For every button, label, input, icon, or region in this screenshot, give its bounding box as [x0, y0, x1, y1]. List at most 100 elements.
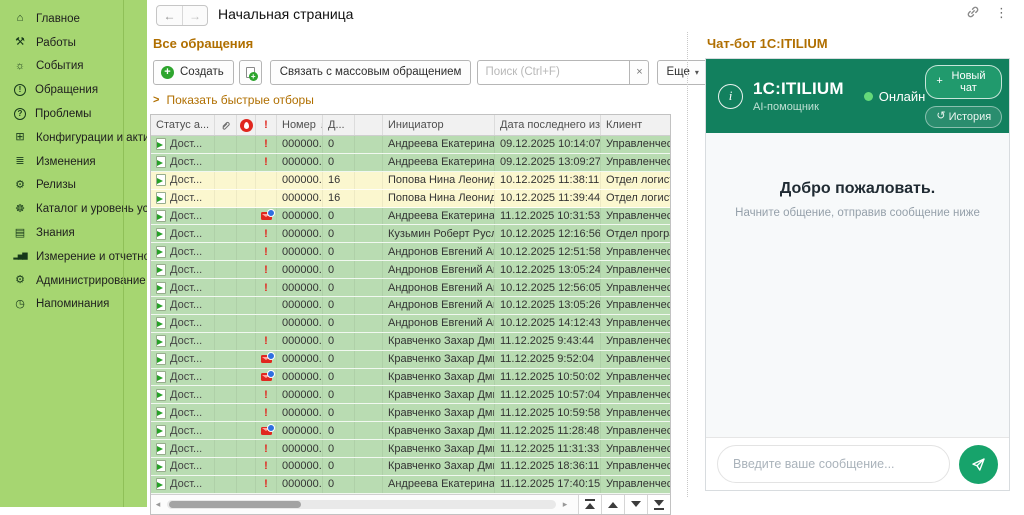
table-row[interactable]: Дост... ! 000000... 0 Кравченко Захар Дм…	[151, 404, 670, 422]
sidebar-item-label: События	[36, 60, 83, 72]
attachment-cell	[215, 404, 237, 421]
menu-dots-icon[interactable]: ⋮	[995, 6, 1008, 19]
table-row[interactable]: Дост... ! 000000... 0 Андронов Евгений А…	[151, 279, 670, 297]
column-attachment[interactable]	[215, 115, 237, 135]
panel-splitter[interactable]	[687, 32, 688, 497]
create-button[interactable]: + Создать	[153, 60, 234, 85]
sidebar-item-administration[interactable]: ⚙ Администрирование	[0, 269, 147, 293]
table-row[interactable]: Дост... ! 000000... 0 Андреева Екатерина…	[151, 154, 670, 172]
table-header: Статус а... ! Номер Д... Инициатор Дата …	[151, 115, 670, 136]
chatbot-title: Чат-бот 1C:ITILIUM	[707, 36, 1024, 51]
column-client[interactable]: Клиент	[601, 115, 670, 135]
table-row[interactable]: Дост... ! 000000... 0 Кузьмин Роберт Рус…	[151, 225, 670, 243]
column-initiator[interactable]: Инициатор	[383, 115, 495, 135]
search-input[interactable]	[477, 60, 629, 85]
history-button[interactable]: ↺ История	[925, 106, 1002, 128]
column-importance[interactable]: !	[256, 115, 277, 135]
client-cell: Управленчески	[601, 386, 670, 403]
list-nav-buttons	[578, 495, 670, 514]
sidebar-item-label: Главное	[36, 13, 80, 25]
modified-cell: 10.12.2025 12:56:05	[495, 279, 601, 296]
back-arrow-icon[interactable]: ←	[157, 6, 182, 25]
copy-create-button[interactable]	[239, 60, 262, 85]
column-modified[interactable]: Дата последнего из...	[495, 115, 601, 135]
scroll-up-icon[interactable]	[601, 495, 624, 514]
table-row[interactable]: Дост... ! 000000... 0 Кравченко Захар Дм…	[151, 458, 670, 476]
sidebar-item-configurations[interactable]: ⊞ Конфигурации и активы	[0, 126, 147, 150]
initiator-cell: Андронов Евгений Анд...	[383, 243, 495, 260]
table-row[interactable]: Дост... ! 000000... 0 Андреева Екатерина…	[151, 476, 670, 494]
sidebar-item-reminders[interactable]: ◷ Напоминания	[0, 293, 147, 317]
modified-cell: 10.12.2025 14:12:43	[495, 315, 601, 332]
sidebar-item-requests[interactable]: ! Обращения	[0, 78, 147, 102]
scroll-to-top-icon[interactable]	[578, 495, 601, 514]
sidebar-item-events[interactable]: ☼ События	[0, 55, 147, 79]
table-row[interactable]: Дост... ! 000000... 0 Кравченко Захар Дм…	[151, 333, 670, 351]
history-clock-icon: ↺	[936, 111, 945, 122]
modified-cell: 11.12.2025 10:31:53	[495, 208, 601, 225]
column-empty[interactable]	[355, 115, 383, 135]
empty-cell	[355, 315, 383, 332]
attachment-cell	[215, 172, 237, 189]
table-row[interactable]: Дост... 000000... 0 Кравченко Захар Дмит…	[151, 422, 670, 440]
table-row[interactable]: Дост... 000000... 16 Попова Нина Леонидо…	[151, 172, 670, 190]
table-row[interactable]: Дост... 000000... 0 Кравченко Захар Дмит…	[151, 369, 670, 387]
new-chat-button[interactable]: + Новый чат	[925, 65, 1002, 99]
sidebar-item-works[interactable]: ⚒ Работы	[0, 31, 147, 55]
table-row[interactable]: Дост... 000000... 16 Попова Нина Леонидо…	[151, 190, 670, 208]
horizontal-scrollbar[interactable]	[167, 500, 556, 509]
column-escalation[interactable]	[237, 115, 256, 135]
sidebar-item-main[interactable]: ⌂ Главное	[0, 7, 147, 31]
table-row[interactable]: Дост... ! 000000... 0 Андреева Екатерина…	[151, 136, 670, 154]
quick-filters-toggle[interactable]: > Показать быстрые отборы	[153, 93, 686, 107]
hscroll-left-icon[interactable]: ◂	[151, 499, 165, 510]
empty-cell	[355, 369, 383, 386]
mail-notification-icon	[261, 373, 272, 381]
importance-cell: !	[256, 333, 277, 350]
attachment-cell	[215, 297, 237, 314]
sidebar-item-knowledge[interactable]: ▤ Знания	[0, 221, 147, 245]
escalation-cell	[237, 279, 256, 296]
column-number[interactable]: Номер	[277, 115, 323, 135]
chat-message-input[interactable]	[717, 445, 950, 483]
modified-cell: 11.12.2025 17:40:15	[495, 476, 601, 493]
sidebar-item-service-catalog[interactable]: ☸ Каталог и уровень услуг	[0, 197, 147, 221]
table-row[interactable]: Дост... ! 000000... 0 Кравченко Захар Дм…	[151, 386, 670, 404]
number-cell: 000000...	[277, 190, 323, 207]
scroll-to-bottom-icon[interactable]	[647, 495, 670, 514]
table-row[interactable]: Дост... ! 000000... 0 Андронов Евгений А…	[151, 261, 670, 279]
number-cell: 000000...	[277, 369, 323, 386]
column-days[interactable]: Д...	[323, 115, 355, 135]
sidebar-item-changes[interactable]: ≣ Изменения	[0, 150, 147, 174]
number-cell: 000000...	[277, 208, 323, 225]
sidebar-item-releases[interactable]: ⚙ Релизы	[0, 174, 147, 198]
forward-arrow-icon[interactable]: →	[182, 6, 207, 25]
client-cell: Управленчески	[601, 315, 670, 332]
table-row[interactable]: Дост... ! 000000... 0 Кравченко Захар Дм…	[151, 440, 670, 458]
link-icon[interactable]	[966, 5, 980, 19]
table-row[interactable]: Дост... 000000... 0 Андронов Евгений Анд…	[151, 297, 670, 315]
importance-cell: !	[256, 404, 277, 421]
escalation-cell	[237, 261, 256, 278]
table-row[interactable]: Дост... 000000... 0 Кравченко Захар Дмит…	[151, 351, 670, 369]
clear-search-icon[interactable]: ×	[629, 60, 649, 85]
modified-cell: 09.12.2025 10:14:07	[495, 136, 601, 153]
exclamation-icon: !	[264, 228, 268, 240]
hscroll-right-icon[interactable]: ▸	[558, 499, 572, 510]
link-mass-request-button[interactable]: Связать с массовым обращением	[270, 60, 472, 85]
sidebar-item-problems[interactable]: ? Проблемы	[0, 102, 147, 126]
escalation-cell	[237, 243, 256, 260]
days-cell: 0	[323, 422, 355, 439]
table-row[interactable]: Дост... ! 000000... 0 Андронов Евгений А…	[151, 243, 670, 261]
days-cell: 0	[323, 261, 355, 278]
column-status[interactable]: Статус а...	[151, 115, 215, 135]
modified-cell: 11.12.2025 10:59:58	[495, 404, 601, 421]
table-row[interactable]: Дост... 000000... 0 Андронов Евгений Анд…	[151, 315, 670, 333]
initiator-cell: Андронов Евгений Анд...	[383, 315, 495, 332]
paper-plane-icon	[970, 456, 987, 473]
send-button[interactable]	[959, 445, 998, 484]
table-row[interactable]: Дост... 000000... 0 Андреева Екатерина В…	[151, 208, 670, 226]
sidebar-item-reporting[interactable]: ▂▅▇ Измерение и отчетность	[0, 245, 147, 269]
topbar: ← → Начальная страница ⋮	[147, 0, 1024, 28]
scroll-down-icon[interactable]	[624, 495, 647, 514]
